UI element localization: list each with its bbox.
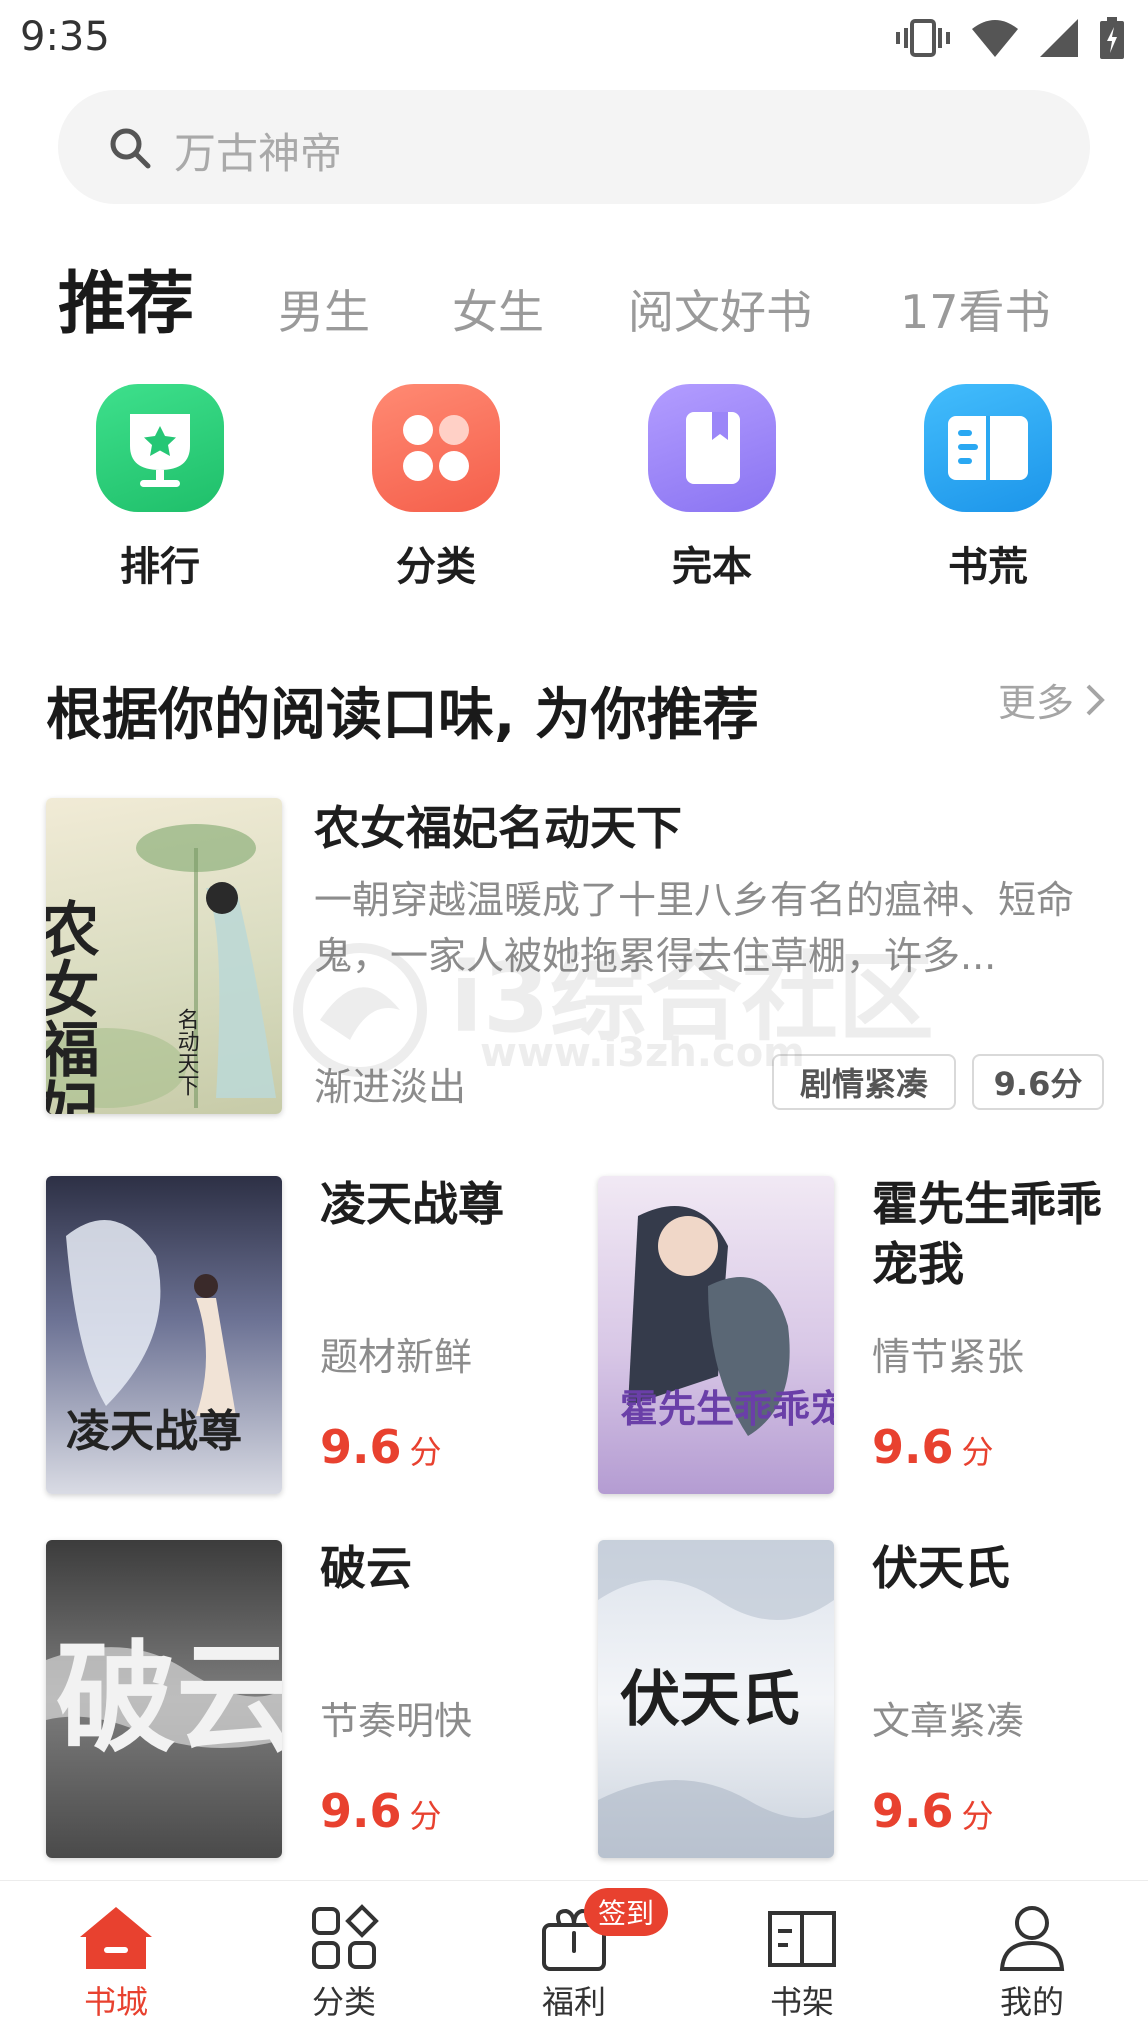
tab-17kanshu[interactable]: 17看书 bbox=[900, 276, 1051, 342]
featured-description: 一朝穿越温暖成了十里八乡有名的瘟神、短命鬼，一家人被她拖累得去住草棚，许多... bbox=[314, 878, 1075, 978]
book-tag: 情节紧张 bbox=[872, 1335, 1025, 1379]
entry-ranking[interactable]: 排行 bbox=[70, 384, 250, 592]
tab-recommend[interactable]: 推荐 bbox=[58, 248, 194, 347]
watermark-url: www.i3zh.com bbox=[480, 1030, 805, 1076]
featured-title[interactable]: 农女福妃名动天下 bbox=[314, 792, 682, 858]
entry-finished[interactable]: 完本 bbox=[622, 384, 802, 592]
featured-author: 渐进淡出 bbox=[314, 1065, 467, 1109]
entry-book-shortage[interactable]: 书荒 bbox=[898, 384, 1078, 592]
nav-label: 书架 bbox=[769, 1983, 834, 2021]
battery-icon bbox=[1100, 17, 1124, 59]
entry-category[interactable]: 分类 bbox=[346, 384, 526, 592]
tab-female[interactable]: 女生 bbox=[452, 276, 544, 342]
bottom-nav: 书城 分类 福利 书架 我的 bbox=[0, 1880, 1148, 2041]
featured-cover-subtitle: 名动天下 bbox=[174, 1008, 200, 1096]
book-score-unit: 分 bbox=[409, 1433, 442, 1471]
vibrate-icon bbox=[896, 19, 950, 57]
book-tag: 文章紧凑 bbox=[872, 1699, 1025, 1743]
status-icons bbox=[896, 16, 1124, 60]
book-score: 9.6 分 bbox=[320, 1420, 442, 1474]
status-bar: 9:35 bbox=[0, 0, 1148, 80]
entry-label: 完本 bbox=[672, 544, 752, 590]
search-bar[interactable]: 万古神帝 bbox=[58, 90, 1090, 204]
featured-cover-title: 农女福妃 bbox=[46, 898, 100, 1114]
tab-male[interactable]: 男生 bbox=[278, 276, 370, 342]
search-placeholder: 万古神帝 bbox=[174, 129, 343, 178]
book-tag: 节奏明快 bbox=[320, 1699, 473, 1743]
channel-tabs: 推荐 男生 女生 阅文好书 17看书 bbox=[0, 240, 1148, 344]
book-cover[interactable]: 霍先生乖乖宠我 bbox=[598, 1176, 834, 1494]
book-cover[interactable]: 凌天战尊 bbox=[46, 1176, 282, 1494]
bookshelf-icon bbox=[762, 1903, 842, 1973]
book-score-unit: 分 bbox=[961, 1433, 994, 1471]
category-icon bbox=[304, 1903, 384, 1973]
book-cover-title: 凌天战尊 bbox=[66, 1406, 242, 1457]
book-score-value: 9.6 bbox=[872, 1784, 954, 1838]
open-book-icon bbox=[924, 384, 1052, 512]
more-label: 更多 bbox=[997, 681, 1074, 725]
section-title: 根据你的阅读口味, 为你推荐 bbox=[46, 683, 759, 748]
nav-label: 书城 bbox=[83, 1983, 148, 2021]
book-score-unit: 分 bbox=[961, 1797, 994, 1835]
book-score-unit: 分 bbox=[409, 1797, 442, 1835]
book-cover-title: 破云 bbox=[56, 1628, 282, 1769]
tab-yuewen[interactable]: 阅文好书 bbox=[628, 276, 812, 342]
nav-label: 我的 bbox=[999, 1983, 1064, 2021]
entry-label: 排行 bbox=[120, 544, 200, 590]
book-title[interactable]: 霍先生乖乖宠我 bbox=[872, 1174, 1112, 1294]
book-score: 9.6 分 bbox=[320, 1784, 442, 1838]
book-icon bbox=[648, 384, 776, 512]
book-score-value: 9.6 bbox=[320, 1420, 402, 1474]
user-icon bbox=[992, 1903, 1072, 1973]
book-title[interactable]: 凌天战尊 bbox=[320, 1174, 580, 1234]
nav-bookstore[interactable]: 书城 bbox=[36, 1903, 196, 2023]
nav-bookshelf[interactable]: 书架 bbox=[722, 1903, 882, 2023]
trophy-icon bbox=[96, 384, 224, 512]
nav-label: 福利 bbox=[541, 1983, 606, 2021]
book-cover-title: 霍先生乖乖宠我 bbox=[620, 1386, 834, 1431]
entry-label: 分类 bbox=[396, 544, 476, 590]
featured-tag: 剧情紧凑 bbox=[772, 1054, 956, 1110]
home-icon bbox=[76, 1903, 156, 1973]
nav-label: 分类 bbox=[311, 1983, 376, 2021]
chevron-right-icon bbox=[1086, 684, 1105, 715]
book-title[interactable]: 破云 bbox=[320, 1538, 580, 1598]
book-title[interactable]: 伏天氏 bbox=[872, 1538, 1112, 1598]
entry-label: 书荒 bbox=[948, 544, 1028, 590]
book-cover[interactable]: 破云 bbox=[46, 1540, 282, 1858]
book-score-value: 9.6 bbox=[320, 1784, 402, 1838]
nav-mine[interactable]: 我的 bbox=[952, 1903, 1112, 2023]
featured-score-tag: 9.6分 bbox=[972, 1054, 1104, 1110]
nav-category[interactable]: 分类 bbox=[264, 1903, 424, 2023]
book-cover[interactable]: 伏天氏 bbox=[598, 1540, 834, 1858]
status-time: 9:35 bbox=[20, 14, 110, 60]
featured-cover[interactable]: 农女福妃 名动天下 bbox=[46, 798, 282, 1114]
book-tag: 题材新鲜 bbox=[320, 1335, 473, 1379]
category-icon bbox=[372, 384, 500, 512]
book-score: 9.6 分 bbox=[872, 1784, 994, 1838]
checkin-badge[interactable]: 签到 bbox=[584, 1888, 669, 1936]
book-cover-title: 伏天氏 bbox=[620, 1665, 800, 1735]
search-icon bbox=[110, 128, 151, 169]
book-score: 9.6 分 bbox=[872, 1420, 994, 1474]
wifi-icon bbox=[972, 20, 1018, 57]
signal-icon bbox=[1040, 19, 1078, 57]
book-score-value: 9.6 bbox=[872, 1420, 954, 1474]
more-link[interactable]: 更多 bbox=[998, 672, 1106, 727]
